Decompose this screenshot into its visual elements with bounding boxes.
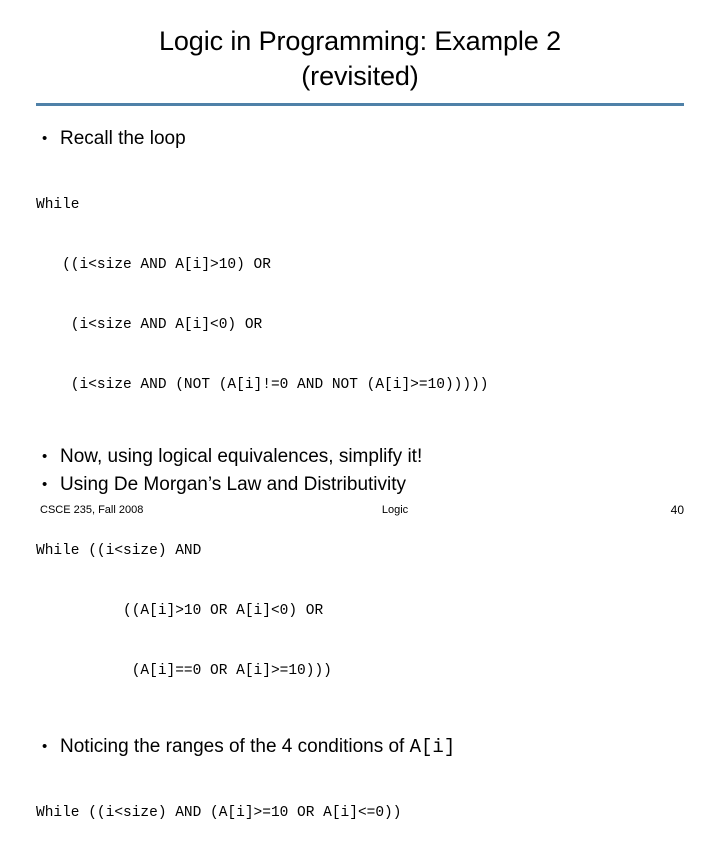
code-line: ((i<size AND A[i]>10) OR [36, 257, 271, 273]
title-divider [36, 103, 684, 106]
code-line: (i<size AND A[i]<0) OR [36, 317, 263, 333]
bullet-label-1: Recall the loop [60, 128, 186, 149]
footer-course-label: CSCE 235, Fall 2008 [40, 504, 144, 516]
bullet-label-2: Now, using logical equivalences, simplif… [60, 446, 423, 467]
code-line: While [36, 197, 80, 213]
bullet-label-4-text: Noticing the ranges of the 4 conditions … [60, 736, 410, 757]
bullet-label-4-code: A[i] [409, 736, 456, 758]
bullet-marker-icon: • [42, 130, 48, 147]
title-block: Logic in Programming: Example 2 (revisit… [36, 24, 684, 94]
code-line: (i<size AND (NOT (A[i]!=0 AND NOT (A[i]>… [36, 377, 489, 393]
slide-number: 40 [670, 503, 684, 517]
page-title: Logic in Programming: Example 2 (revisit… [158, 26, 562, 91]
code-block-1: While ((i<size AND A[i]>10) OR (i<size A… [36, 155, 696, 435]
code-line: ((A[i]>10 OR A[i]<0) OR [36, 603, 324, 619]
code-line: While ((i<size) AND (A[i]>=10 OR A[i]<=0… [36, 805, 402, 821]
bullet-marker-icon: • [42, 476, 48, 493]
code-line: While ((i<size) AND [36, 543, 202, 559]
bullet-item-2: • Now, using logical equivalences, simpl… [36, 444, 696, 470]
bullet-marker-icon: • [42, 448, 48, 465]
bullet-marker-icon: • [42, 738, 48, 755]
code-block-2: While ((i<size) AND ((A[i]>10 OR A[i]<0)… [36, 501, 696, 721]
code-line: (A[i]==0 OR A[i]>=10))) [36, 663, 332, 679]
footer-topic-label: Logic [381, 504, 409, 516]
slide-footer: CSCE 235, Fall 2008 Logic 40 [40, 500, 684, 520]
slide: Logic in Programming: Example 2 (revisit… [0, 0, 720, 821]
bullet-item-4: • Noticing the ranges of the 4 condition… [36, 734, 696, 760]
bullet-label-3: Using De Morgan’s Law and Distributivity [60, 474, 407, 495]
bullet-label-4: Noticing the ranges of the 4 conditions … [60, 734, 696, 760]
slide-body: • Recall the loop While ((i<size AND A[i… [36, 126, 696, 863]
bullet-item-3: • Using De Morgan’s Law and Distributivi… [36, 472, 696, 498]
code-block-3: While ((i<size) AND (A[i]>=10 OR A[i]<=0… [36, 763, 696, 863]
bullet-item-1: • Recall the loop [36, 126, 696, 152]
